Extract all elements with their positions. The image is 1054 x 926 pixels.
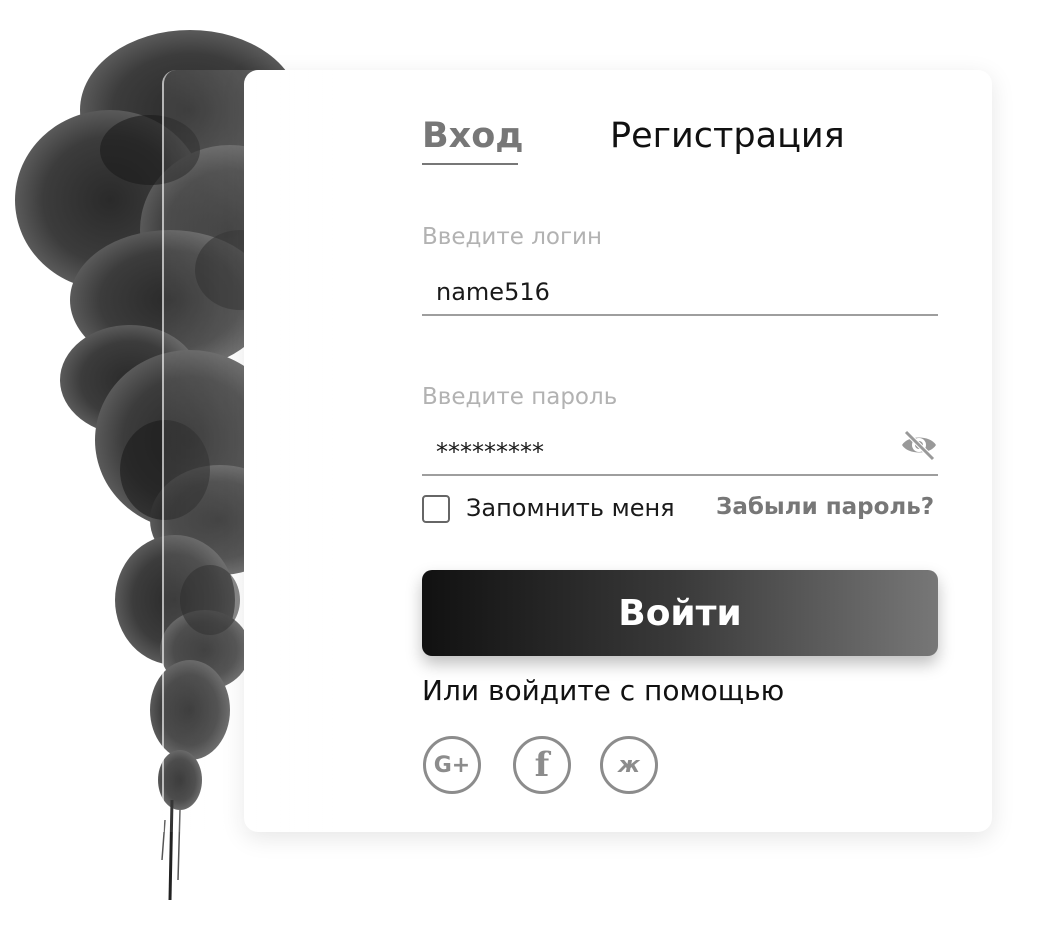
login-button[interactable]: Войти [422, 570, 938, 656]
facebook-icon[interactable]: f [513, 736, 571, 794]
remember-checkbox[interactable] [422, 495, 450, 523]
forgot-password-link[interactable]: Забыли пароль? [716, 494, 934, 520]
alt-login-text: Или войдите с помощью [422, 674, 785, 707]
login-input[interactable] [422, 270, 938, 316]
vk-icon[interactable]: ж [600, 736, 658, 794]
eye-slash-icon[interactable] [900, 428, 938, 462]
tab-login[interactable]: Вход [422, 114, 524, 158]
glass-overlay [162, 70, 334, 832]
tab-register[interactable]: Регистрация [610, 114, 845, 158]
password-label: Введите пароль [422, 384, 618, 410]
login-label: Введите логин [422, 224, 603, 250]
active-tab-underline [422, 163, 518, 165]
remember-label: Запомнить меня [466, 494, 675, 522]
password-input[interactable] [422, 430, 938, 476]
google-plus-icon[interactable]: G+ [423, 736, 481, 794]
